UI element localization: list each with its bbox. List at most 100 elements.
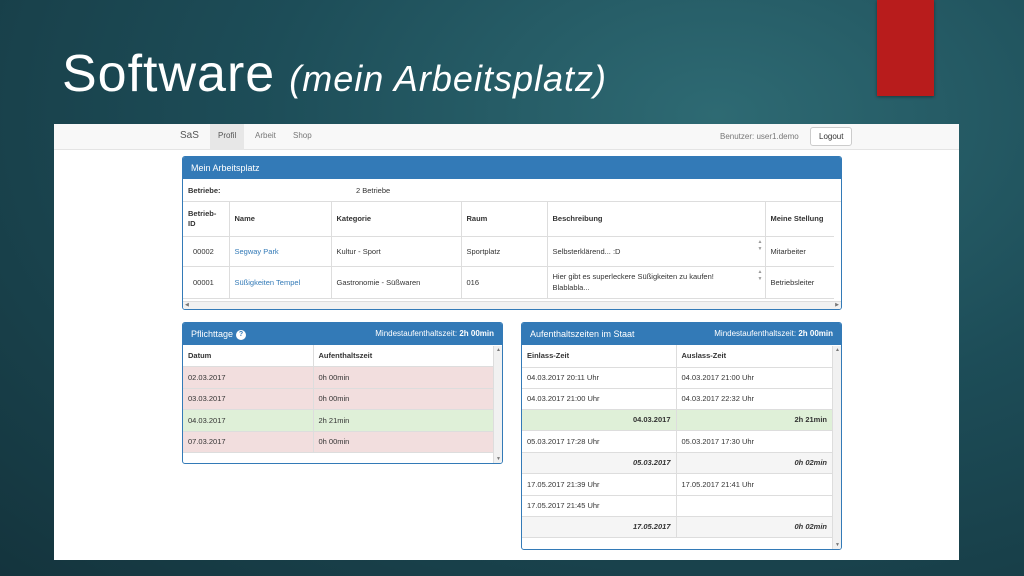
aufenthalt-panel: Aufenthaltszeiten im Staat Mindestaufent…	[521, 322, 842, 550]
col-auslass: Auslass-Zeit	[676, 345, 832, 368]
table-row: 17.05.2017 21:45 Uhr	[522, 495, 832, 517]
logout-button[interactable]: Logout	[810, 127, 853, 146]
decorative-red-bar	[877, 0, 934, 96]
table-row: 02.03.2017 0h 00min	[183, 366, 493, 389]
table-row: 00001 Süßigkeiten Tempel Gastronomie - S…	[183, 266, 834, 299]
cell-name: Süßigkeiten Tempel	[229, 266, 332, 299]
cell-day-total-time: 0h 02min	[676, 452, 832, 474]
cell-auslass: 05.03.2017 17:30 Uhr	[676, 430, 832, 453]
navbar: SaS Profil Arbeit Shop Benutzer: user1.d…	[54, 124, 959, 150]
cell-day-total-date: 17.05.2017	[522, 516, 677, 538]
cell-raum: Sportplatz	[461, 236, 548, 267]
cell-stellung: Betriebsleiter	[765, 266, 834, 299]
table-row: 00002 Segway Park Kultur - Sport Sportpl…	[183, 236, 834, 267]
cell-id: 00002	[183, 236, 230, 267]
cell-einlass: 04.03.2017 20:11 Uhr	[522, 367, 677, 389]
slide-title: Software (mein Arbeitsplatz)	[62, 44, 607, 104]
cell-kategorie: Kultur - Sport	[331, 236, 462, 267]
pflichttage-title: Pflichttage	[191, 329, 234, 339]
cell-stellung: Mitarbeiter	[765, 236, 834, 267]
app-screenshot: SaS Profil Arbeit Shop Benutzer: user1.d…	[54, 124, 959, 560]
scroll-up-icon[interactable]: ▲	[835, 347, 840, 353]
table-row: 04.03.2017 21:00 Uhr 04.03.2017 22:32 Uh…	[522, 388, 832, 410]
horizontal-scrollbar[interactable]: ◀ ▶	[183, 301, 841, 309]
workplace-summary: Betriebe: 2 Betriebe	[183, 179, 841, 202]
pflichttage-min: Mindestaufenthaltszeit: 2h 00min	[375, 329, 494, 338]
summary-label: Betriebe:	[188, 185, 221, 195]
workplace-table: Betrieb- ID Name Kategorie Raum Beschreib…	[183, 202, 834, 299]
betrieb-link[interactable]: Segway Park	[235, 247, 279, 256]
textarea-scroll-icon[interactable]: ▲ ▼	[758, 239, 763, 253]
cell-zeit: 0h 00min	[313, 366, 493, 389]
cell-kategorie: Gastronomie - Süßwaren	[331, 266, 462, 299]
cell-auslass: 04.03.2017 21:00 Uhr	[676, 367, 832, 389]
aufenthalt-title: Aufenthaltszeiten im Staat	[530, 329, 635, 339]
scroll-left-icon[interactable]: ◀	[185, 302, 189, 308]
table-row-summary: 17.05.2017 0h 02min	[522, 516, 832, 538]
scroll-down-icon[interactable]: ▼	[496, 456, 501, 462]
brand-link[interactable]: SaS	[180, 130, 199, 141]
scroll-right-icon[interactable]: ▶	[835, 302, 839, 308]
col-datum: Datum	[183, 345, 314, 367]
scroll-down-icon[interactable]: ▼	[835, 542, 840, 548]
help-icon[interactable]: ?	[236, 329, 247, 340]
cell-zeit: 0h 00min	[313, 431, 493, 453]
cell-einlass: 17.05.2017 21:39 Uhr	[522, 473, 677, 496]
table-row: 17.05.2017 21:39 Uhr 17.05.2017 21:41 Uh…	[522, 473, 832, 496]
cell-datum: 03.03.2017	[183, 388, 314, 410]
slide-title-main: Software	[62, 45, 276, 103]
table-row: 05.03.2017 17:28 Uhr 05.03.2017 17:30 Uh…	[522, 430, 832, 453]
aufenthalt-table: Einlass-Zeit Auslass-Zeit 04.03.2017 20:…	[522, 345, 832, 538]
cell-einlass: 17.05.2017 21:45 Uhr	[522, 495, 677, 517]
workplace-panel-heading: Mein Arbeitsplatz	[183, 157, 841, 179]
col-raum: Raum	[461, 202, 548, 237]
table-row-summary: 05.03.2017 0h 02min	[522, 452, 832, 474]
user-label: Benutzer: user1.demo	[720, 132, 799, 141]
table-row: 03.03.2017 0h 00min	[183, 388, 493, 410]
workplace-panel: Mein Arbeitsplatz Betriebe: 2 Betriebe B…	[182, 156, 842, 310]
cell-zeit: 2h 21min	[313, 409, 493, 432]
col-betrieb-id: Betrieb- ID	[183, 202, 230, 237]
slide-subtitle: (mein Arbeitsplatz)	[289, 58, 607, 99]
cell-beschreibung[interactable]: Hier gibt es superleckere Süßigkeiten zu…	[547, 266, 766, 299]
cell-zeit: 0h 00min	[313, 388, 493, 410]
cell-beschreibung[interactable]: Selbsterklärend... :D ▲ ▼	[547, 236, 766, 267]
table-row-summary: 04.03.2017 2h 21min	[522, 409, 832, 431]
col-einlass: Einlass-Zeit	[522, 345, 677, 368]
cell-datum: 04.03.2017	[183, 409, 314, 432]
cell-raum: 016	[461, 266, 548, 299]
nav-item-arbeit[interactable]: Arbeit	[247, 124, 284, 150]
cell-auslass: 04.03.2017 22:32 Uhr	[676, 388, 832, 410]
cell-auslass: 17.05.2017 21:41 Uhr	[676, 473, 832, 496]
cell-datum: 02.03.2017	[183, 366, 314, 389]
aufenthalt-heading: Aufenthaltszeiten im Staat Mindestaufent…	[522, 323, 841, 345]
col-kategorie: Kategorie	[331, 202, 462, 237]
nav-item-profil[interactable]: Profil	[210, 124, 245, 150]
nav-item-shop[interactable]: Shop	[285, 124, 320, 150]
cell-id: 00001	[183, 266, 230, 299]
vertical-scrollbar[interactable]: ▲ ▼	[832, 346, 841, 549]
pflichttage-heading: Pflichttage? Mindestaufenthaltszeit: 2h …	[183, 323, 502, 345]
cell-einlass: 04.03.2017 21:00 Uhr	[522, 388, 677, 410]
betrieb-link[interactable]: Süßigkeiten Tempel	[235, 278, 301, 287]
cell-day-total-time: 0h 02min	[676, 516, 832, 538]
cell-name: Segway Park	[229, 236, 332, 267]
cell-datum: 07.03.2017	[183, 431, 314, 453]
table-row: 07.03.2017 0h 00min	[183, 431, 493, 453]
aufenthalt-min: Mindestaufenthaltszeit: 2h 00min	[714, 329, 833, 338]
col-stellung: Meine Stellung	[765, 202, 834, 237]
vertical-scrollbar[interactable]: ▲ ▼	[493, 346, 502, 463]
pflichttage-panel: Pflichttage? Mindestaufenthaltszeit: 2h …	[182, 322, 503, 464]
table-row: 04.03.2017 2h 21min	[183, 409, 493, 432]
cell-day-total-date: 05.03.2017	[522, 452, 677, 474]
cell-auslass	[676, 495, 832, 517]
summary-value: 2 Betriebe	[356, 185, 391, 195]
col-name: Name	[229, 202, 332, 237]
cell-day-total-time: 2h 21min	[676, 409, 832, 431]
col-aufenthaltszeit: Aufenthaltszeit	[313, 345, 493, 367]
cell-day-total-date: 04.03.2017	[522, 409, 677, 431]
cell-einlass: 05.03.2017 17:28 Uhr	[522, 430, 677, 453]
table-row: 04.03.2017 20:11 Uhr 04.03.2017 21:00 Uh…	[522, 367, 832, 389]
scroll-up-icon[interactable]: ▲	[496, 347, 501, 353]
textarea-scroll-icon[interactable]: ▲ ▼	[758, 269, 763, 283]
